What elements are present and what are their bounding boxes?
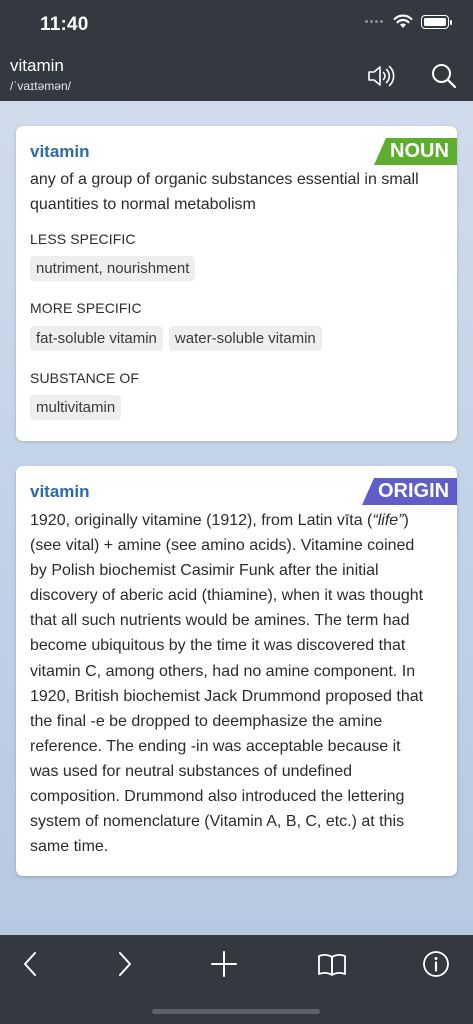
chip-water-soluble-vitamin[interactable]: water-soluble vitamin — [168, 326, 322, 351]
header-phonetic: /ˈvaɪtəmən/ — [10, 79, 71, 93]
header-word: vitamin — [10, 56, 64, 75]
definition-text: any of a group of organic substances ess… — [30, 171, 419, 213]
wifi-icon — [393, 14, 413, 28]
back-icon[interactable] — [16, 949, 46, 979]
info-icon[interactable] — [421, 949, 451, 979]
origin-text-part2: ) (see vital) + amine (see amino acids).… — [30, 512, 424, 856]
add-icon[interactable] — [209, 949, 239, 979]
speaker-icon[interactable] — [364, 60, 396, 92]
chip-nutriment[interactable]: nutriment, nourishment — [30, 256, 196, 281]
substance-of-chips: multivitamin — [30, 395, 122, 420]
status-icons — [365, 14, 452, 29]
origin-text-italic: “life” — [372, 512, 404, 529]
search-icon[interactable] — [430, 62, 458, 90]
card-word[interactable]: vitamin — [30, 142, 90, 162]
battery-icon — [421, 14, 452, 29]
section-heading-substance-of: SUBSTANCE OF — [30, 370, 140, 386]
top-bar: 11:40 vitamin /ˈvaɪtəmən/ — [0, 0, 473, 101]
forward-icon[interactable] — [109, 949, 139, 979]
origin-card: vitamin ORIGIN 1920, originally vitamine… — [16, 466, 457, 876]
less-specific-chips: nutriment, nourishment — [30, 256, 196, 281]
more-specific-chips: fat-soluble vitamin water-soluble vitami… — [30, 326, 322, 351]
chip-multivitamin[interactable]: multivitamin — [30, 395, 122, 420]
origin-tag: ORIGIN — [362, 478, 457, 505]
home-indicator[interactable] — [152, 1009, 320, 1014]
section-heading-less-specific: LESS SPECIFIC — [30, 231, 136, 247]
origin-text-part1: 1920, originally vitamine (1912), from L… — [30, 512, 373, 529]
section-heading-more-specific: MORE SPECIFIC — [30, 300, 142, 316]
noun-tag: NOUN — [374, 138, 457, 165]
noun-card: vitamin NOUN any of a group of organic s… — [16, 126, 457, 441]
chip-fat-soluble-vitamin[interactable]: fat-soluble vitamin — [30, 326, 163, 351]
book-icon[interactable] — [317, 949, 347, 979]
card-word[interactable]: vitamin — [30, 482, 90, 502]
signal-icon — [365, 20, 383, 23]
status-time: 11:40 — [40, 14, 89, 35]
origin-text: 1920, originally vitamine (1912), from L… — [30, 508, 430, 859]
